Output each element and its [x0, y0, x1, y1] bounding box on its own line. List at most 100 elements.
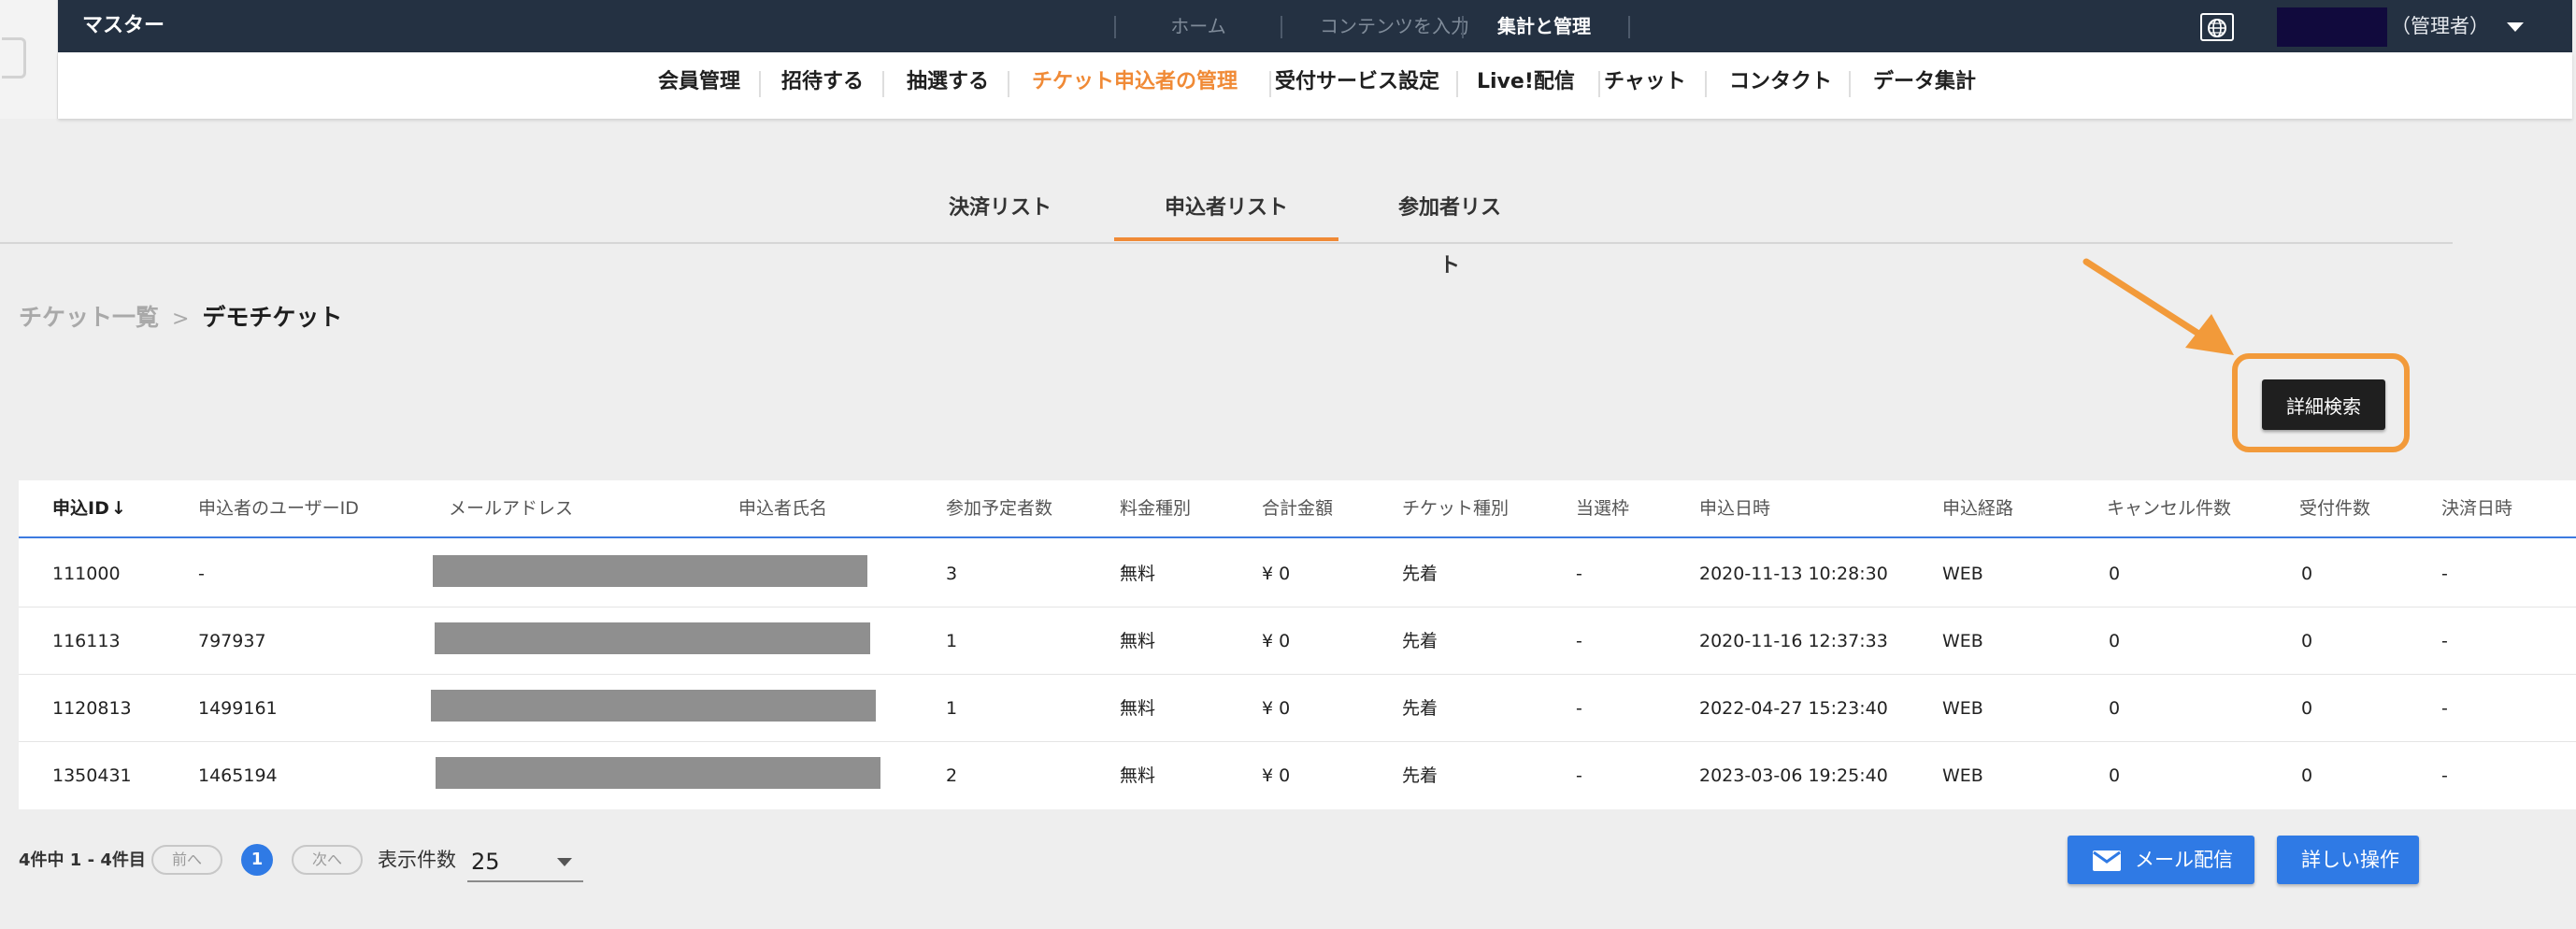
cell-cancel-count: 0	[2109, 698, 2121, 719]
table-row[interactable]: 111000 - 3 無料 ¥ 0 先着 - 2020-11-13 10:28:…	[19, 540, 2576, 607]
cell-applied-at: 2020-11-16 12:37:33	[1699, 631, 1888, 651]
app-title: マスター	[82, 14, 165, 37]
prev-page-button[interactable]: 前へ	[151, 845, 222, 875]
nav-divider	[1462, 16, 1464, 38]
subnav-lottery[interactable]: 抽選する	[907, 52, 989, 112]
column-header-label: 申込ID	[52, 498, 109, 519]
breadcrumb-ticket-list[interactable]: チケット一覧	[19, 304, 159, 331]
cell-ticket-type: 先着	[1402, 564, 1438, 584]
subnav-live-streaming[interactable]: Live!配信	[1477, 52, 1575, 112]
column-header-applied-at[interactable]: 申込日時	[1699, 480, 1770, 536]
cell-paid-at: -	[2441, 765, 2448, 786]
subnav-member-management[interactable]: 会員管理	[658, 52, 740, 112]
cell-applied-at: 2022-04-27 15:23:40	[1699, 698, 1888, 719]
topnav-content-input[interactable]: コンテンツを入力	[1301, 0, 1488, 52]
column-header-channel[interactable]: 申込経路	[1942, 480, 2013, 536]
cell-accept-count: 0	[2301, 698, 2313, 719]
column-header-email[interactable]: メールアドレス	[449, 480, 573, 536]
cell-fee-type: 無料	[1120, 765, 1156, 786]
cell-applied-at: 2020-11-13 10:28:30	[1699, 564, 1888, 584]
tab-applicant-list[interactable]: 申込者リスト	[1114, 179, 1338, 241]
cell-user-id: 1465194	[198, 765, 278, 786]
cell-attendees: 1	[946, 698, 958, 719]
subnav-contact[interactable]: コンタクト	[1729, 52, 1832, 112]
cell-accept-count: 0	[2301, 564, 2313, 584]
more-actions-button[interactable]: 詳しい操作	[2277, 836, 2419, 884]
cell-channel: WEB	[1942, 765, 1983, 786]
cell-slot: -	[1576, 631, 1582, 651]
cell-paid-at: -	[2441, 631, 2448, 651]
cell-total: ¥ 0	[1262, 564, 1291, 584]
column-header-slot[interactable]: 当選枠	[1576, 480, 1629, 536]
column-header-accept-count[interactable]: 受付件数	[2299, 480, 2370, 536]
column-header-user-id[interactable]: 申込者のユーザーID	[198, 480, 359, 536]
top-bar: マスター ホーム コンテンツを入力 集計と管理 （管理者）	[58, 0, 2572, 52]
cell-ticket-type: 先着	[1402, 698, 1438, 719]
cell-ticket-type: 先着	[1402, 765, 1438, 786]
table-header: 申込ID ↓ 申込者のユーザーID メールアドレス 申込者氏名 参加予定者数 料金…	[19, 480, 2576, 538]
topnav-home[interactable]: ホーム	[1142, 0, 1254, 52]
topnav-aggregate-manage[interactable]: 集計と管理	[1481, 0, 1608, 52]
cell-paid-at: -	[2441, 564, 2448, 584]
mail-send-button[interactable]: メール配信	[2068, 836, 2254, 884]
per-page-value: 25	[471, 849, 500, 875]
language-button[interactable]	[2200, 13, 2234, 41]
sort-arrow-down-icon: ↓	[110, 498, 126, 519]
cell-slot: -	[1576, 698, 1582, 719]
redacted-email-name	[436, 757, 880, 789]
column-header-cancel-count[interactable]: キャンセル件数	[2107, 480, 2231, 536]
redacted-email-name	[435, 622, 870, 654]
user-role-label: （管理者）	[2391, 15, 2489, 37]
globe-icon	[2208, 19, 2226, 37]
column-header-fee-type[interactable]: 料金種別	[1120, 480, 1191, 536]
column-header-ticket-type[interactable]: チケット種別	[1402, 480, 1509, 536]
cell-slot: -	[1576, 765, 1582, 786]
cell-cancel-count: 0	[2109, 631, 2121, 651]
page-number-current[interactable]: 1	[241, 844, 273, 876]
subnav-divider	[1456, 71, 1458, 97]
page-root: マスター ホーム コンテンツを入力 集計と管理 （管理者） 会員管理 招待する …	[0, 0, 2576, 929]
cell-fee-type: 無料	[1120, 698, 1156, 719]
cell-applied-at: 2023-03-06 19:25:40	[1699, 765, 1888, 786]
column-header-paid-at[interactable]: 決済日時	[2441, 480, 2512, 536]
column-header-total[interactable]: 合計金額	[1262, 480, 1333, 536]
subnav-chat[interactable]: チャット	[1604, 52, 1686, 112]
cell-application-id: 1350431	[52, 765, 132, 786]
table-row[interactable]: 116113 797937 1 無料 ¥ 0 先着 - 2020-11-16 1…	[19, 607, 2576, 675]
cell-accept-count: 0	[2301, 765, 2313, 786]
column-header-application-id[interactable]: 申込ID ↓	[52, 480, 126, 536]
cell-channel: WEB	[1942, 698, 1983, 719]
subnav-reception-settings[interactable]: 受付サービス設定	[1275, 52, 1439, 112]
chevron-down-icon[interactable]	[2507, 22, 2524, 32]
panel-handle-icon[interactable]	[2, 37, 26, 79]
subnav-invite[interactable]: 招待する	[781, 52, 864, 112]
cell-total: ¥ 0	[1262, 698, 1291, 719]
nav-divider	[1114, 16, 1116, 38]
table-row[interactable]: 1120813 1499161 1 無料 ¥ 0 先着 - 2022-04-27…	[19, 675, 2576, 742]
redacted-email-name	[433, 555, 867, 587]
detail-search-button[interactable]: 詳細検索	[2262, 379, 2385, 430]
subnav-data-aggregate[interactable]: データ集計	[1873, 52, 1976, 112]
subnav-divider	[1705, 71, 1707, 97]
next-page-button[interactable]: 次へ	[292, 845, 363, 875]
breadcrumb-current: デモチケット	[202, 304, 343, 331]
cell-fee-type: 無料	[1120, 631, 1156, 651]
subnav-divider	[1269, 71, 1271, 97]
cell-cancel-count: 0	[2109, 765, 2121, 786]
cell-channel: WEB	[1942, 564, 1983, 584]
cell-user-id: -	[198, 564, 205, 584]
subnav-divider	[1849, 71, 1851, 97]
subnav-divider	[759, 71, 761, 97]
column-header-attendees[interactable]: 参加予定者数	[946, 480, 1052, 536]
subnav-ticket-applicants[interactable]: チケット申込者の管理	[1032, 52, 1238, 112]
breadcrumb-separator: >	[171, 307, 190, 331]
table-row[interactable]: 1350431 1465194 2 無料 ¥ 0 先着 - 2023-03-06…	[19, 742, 2576, 809]
per-page-select[interactable]: 25	[467, 841, 583, 882]
column-header-name[interactable]: 申込者氏名	[738, 480, 827, 536]
cell-application-id: 1120813	[52, 698, 132, 719]
subnav-divider	[882, 71, 884, 97]
cell-attendees: 3	[946, 564, 958, 584]
tab-participant-list[interactable]: 参加者リスト	[1391, 179, 1509, 278]
cell-slot: -	[1576, 564, 1582, 584]
tab-payment-list[interactable]: 決済リスト	[946, 179, 1054, 241]
